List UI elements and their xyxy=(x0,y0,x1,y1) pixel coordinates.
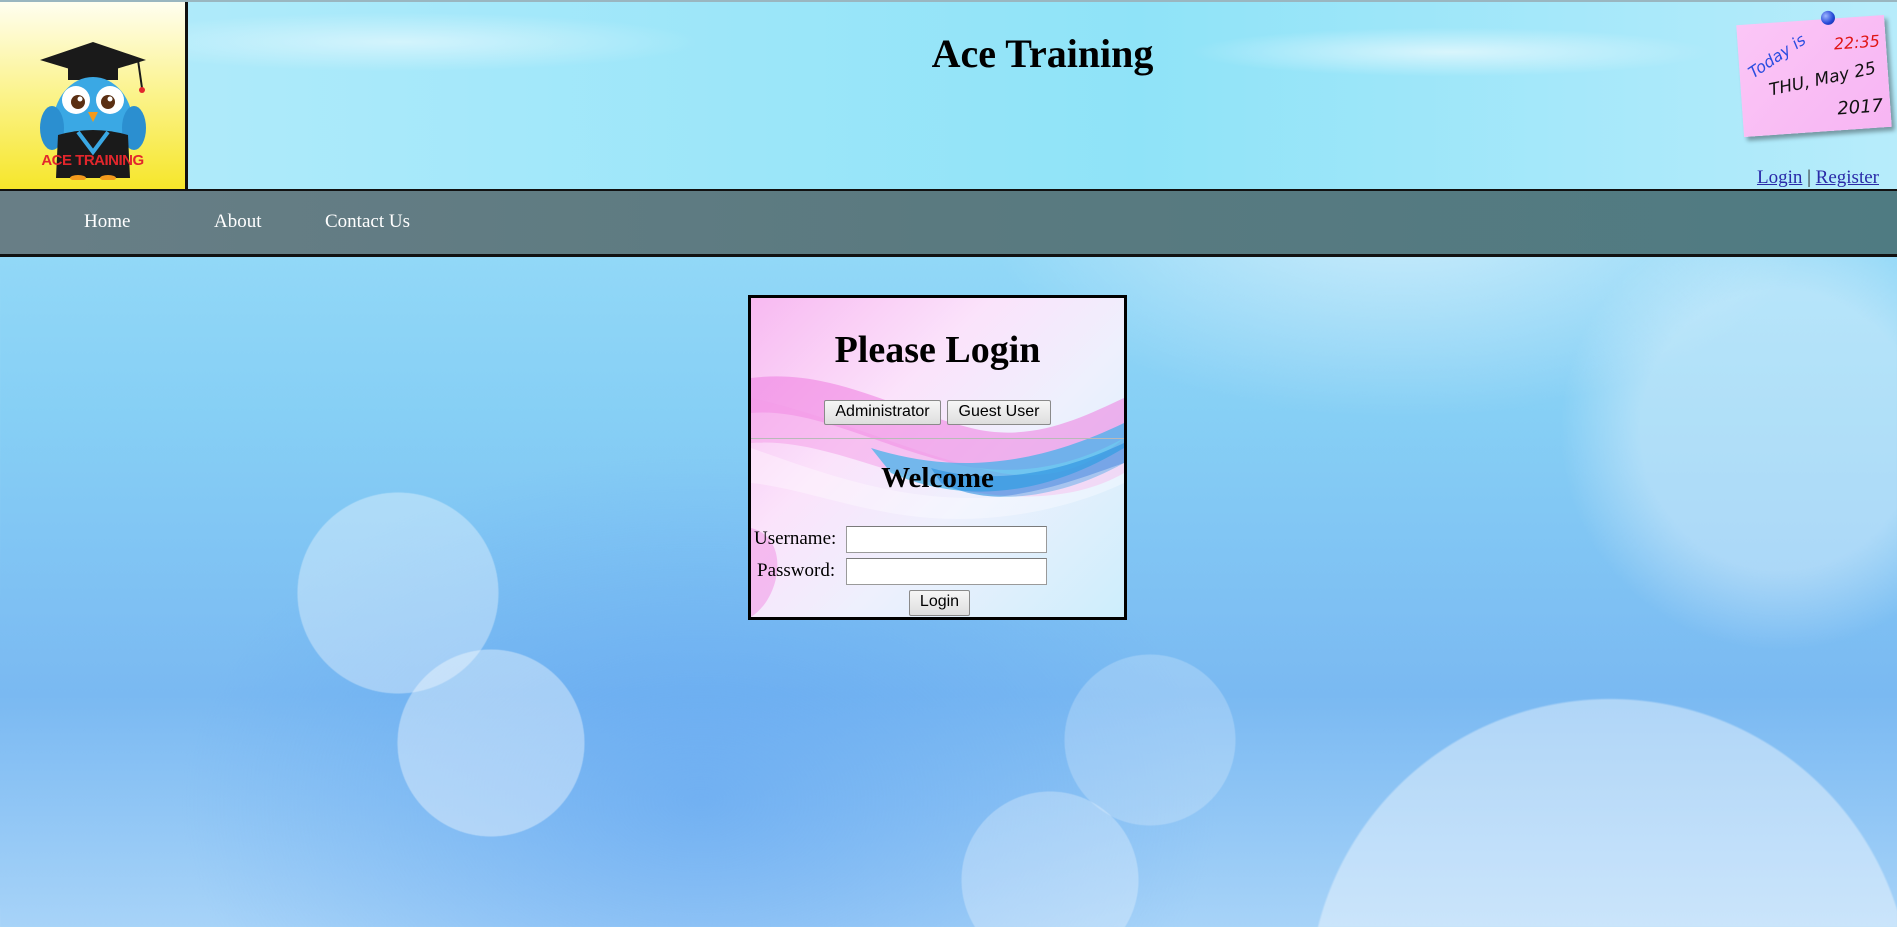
login-link[interactable]: Login xyxy=(1757,167,1802,188)
pushpin-icon xyxy=(1820,10,1836,26)
login-submit-button[interactable]: Login xyxy=(909,590,970,616)
nav-item-contact-us[interactable]: Contact Us xyxy=(325,211,410,233)
main-nav: Home About Contact Us xyxy=(0,189,1897,257)
nav-item-about[interactable]: About xyxy=(214,211,262,233)
logo-text: ACE TRAINING xyxy=(41,152,144,169)
administrator-button[interactable]: Administrator xyxy=(824,400,941,425)
username-input[interactable] xyxy=(846,526,1047,553)
password-input[interactable] xyxy=(846,558,1047,585)
date-sticky-note: Today is 22:35 THU, May 25 2017 xyxy=(1736,10,1892,138)
note-day: THU, May 25 xyxy=(1767,58,1878,101)
login-panel: Please Login Administrator Guest User We… xyxy=(748,295,1127,620)
register-link[interactable]: Register xyxy=(1816,167,1879,188)
login-title: Please Login xyxy=(834,329,1041,371)
welcome-heading: Welcome xyxy=(881,462,994,494)
username-label: Username: xyxy=(754,528,837,549)
site-header: ACE TRAINING Ace Training Today is 22:35… xyxy=(0,0,1897,189)
panel-divider xyxy=(751,438,1124,439)
note-time: 22:35 xyxy=(1833,31,1881,54)
auth-separator: | xyxy=(1807,167,1811,188)
password-label: Password: xyxy=(757,560,836,581)
guest-user-button[interactable]: Guest User xyxy=(947,400,1051,425)
nav-item-home[interactable]: Home xyxy=(84,211,130,233)
page-title: Ace Training xyxy=(931,31,1154,76)
note-year: 2017 xyxy=(1836,95,1884,120)
auth-links: Login | Register xyxy=(1757,167,1879,189)
